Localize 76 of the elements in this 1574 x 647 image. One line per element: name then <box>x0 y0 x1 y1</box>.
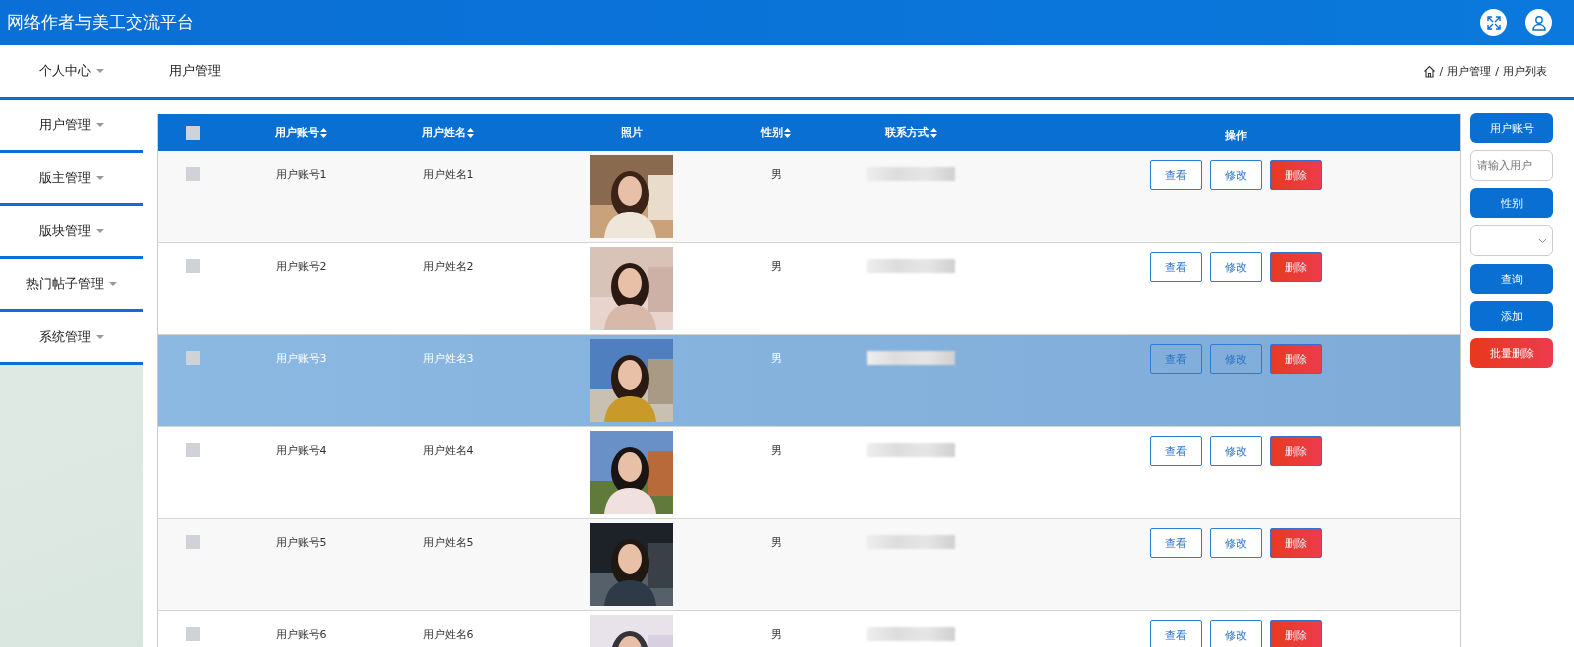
user-icon[interactable] <box>1525 9 1552 36</box>
table-cell: 用户账号1 <box>275 167 327 182</box>
batch-delete-button[interactable]: 批量删除 <box>1470 338 1553 368</box>
table-cell: 用户姓名2 <box>422 259 474 274</box>
sort-icon[interactable] <box>784 127 791 138</box>
home-icon[interactable] <box>1422 64 1436 78</box>
breadcrumb-item: 用户列表 <box>1503 63 1547 79</box>
column-header: 照片 <box>620 125 643 140</box>
select-all-checkbox[interactable] <box>186 125 200 140</box>
column-header[interactable]: 用户账号 <box>275 125 327 140</box>
breadcrumb-item[interactable]: 用户管理 <box>1447 63 1492 79</box>
sort-icon[interactable] <box>467 127 474 138</box>
action-button[interactable]: 查看 <box>1149 160 1202 190</box>
action-button[interactable]: 查看 <box>1149 436 1202 466</box>
table-row[interactable]: 用户账号1 用户姓名1 男 查看 修改 删除 <box>158 151 1460 243</box>
sidebar-item[interactable]: 版块管理 <box>0 206 143 259</box>
column-header[interactable]: 性别 <box>761 125 791 140</box>
table-row[interactable]: 用户账号3 用户姓名3 男 查看 修改 删除 <box>158 335 1460 427</box>
table-cell: 用户账号5 <box>275 535 327 550</box>
action-button[interactable]: 修改 <box>1209 436 1262 466</box>
column-header: 操作 <box>1224 127 1247 143</box>
sidebar-item[interactable]: 用户管理 <box>0 100 143 153</box>
table-row[interactable]: 用户账号5 用户姓名5 男 查看 修改 删除 <box>158 519 1460 611</box>
filter-label: 性别 <box>1470 188 1553 218</box>
delete-button[interactable]: 删除 <box>1269 344 1322 374</box>
delete-button[interactable]: 删除 <box>1269 436 1322 466</box>
table-cell: 男 <box>770 535 782 550</box>
row-checkbox[interactable] <box>186 627 200 641</box>
row-checkbox[interactable] <box>186 259 200 273</box>
row-checkbox[interactable] <box>186 351 200 365</box>
row-checkbox[interactable] <box>186 443 200 457</box>
table-cell: 用户姓名1 <box>422 167 474 182</box>
table-cell: 用户姓名6 <box>422 627 474 642</box>
delete-button[interactable]: 删除 <box>1269 252 1322 282</box>
sidebar-item[interactable]: 热门帖子管理 <box>0 259 143 312</box>
breadcrumb-separator: / <box>1495 64 1499 78</box>
row-checkbox[interactable] <box>186 535 200 549</box>
sidebar-item[interactable]: 系统管理 <box>0 312 143 365</box>
delete-button[interactable]: 删除 <box>1269 620 1322 647</box>
table-cell: 男 <box>770 443 782 458</box>
action-button[interactable]: 修改 <box>1209 160 1262 190</box>
table-cell: 男 <box>770 351 782 366</box>
action-button[interactable]: 查询 <box>1470 264 1553 294</box>
column-header[interactable]: 联系方式 <box>885 125 937 140</box>
row-checkbox[interactable] <box>186 167 200 181</box>
sort-icon[interactable] <box>930 127 937 138</box>
delete-button[interactable]: 删除 <box>1269 528 1322 558</box>
table-cell: 用户账号6 <box>275 627 327 642</box>
table-cell: 用户姓名5 <box>422 535 474 550</box>
chevron-down-icon <box>1538 237 1547 244</box>
action-button[interactable]: 修改 <box>1209 252 1262 282</box>
sidebar-item[interactable]: 版主管理 <box>0 153 143 206</box>
table-cell: 男 <box>770 167 782 182</box>
fullscreen-icon[interactable] <box>1480 9 1507 36</box>
table-cell: 用户账号4 <box>275 443 327 458</box>
action-button[interactable]: 查看 <box>1149 252 1202 282</box>
delete-button[interactable]: 删除 <box>1269 160 1322 190</box>
action-button[interactable]: 修改 <box>1209 620 1262 647</box>
table-cell: 用户姓名4 <box>422 443 474 458</box>
table-cell: 用户账号3 <box>275 351 327 366</box>
page-title: 用户管理 <box>169 62 222 80</box>
column-header[interactable]: 用户姓名 <box>422 125 474 140</box>
table-cell: 男 <box>770 627 782 642</box>
breadcrumb-separator: / <box>1439 64 1444 78</box>
table-cell: 用户姓名3 <box>422 351 474 366</box>
table-cell: 用户账号2 <box>275 259 327 274</box>
action-button[interactable]: 查看 <box>1149 528 1202 558</box>
action-button[interactable]: 添加 <box>1470 301 1553 331</box>
table-cell: 男 <box>770 259 782 274</box>
app-title: 网络作者与美工交流平台 <box>7 11 194 34</box>
sort-icon[interactable] <box>320 127 327 138</box>
action-button[interactable]: 查看 <box>1149 620 1202 647</box>
search-field[interactable]: 请输入用户 <box>1470 150 1553 181</box>
personal-center-menu[interactable]: 个人中心 <box>39 62 104 80</box>
action-button[interactable]: 修改 <box>1209 528 1262 558</box>
filter-label: 用户账号 <box>1470 113 1553 143</box>
